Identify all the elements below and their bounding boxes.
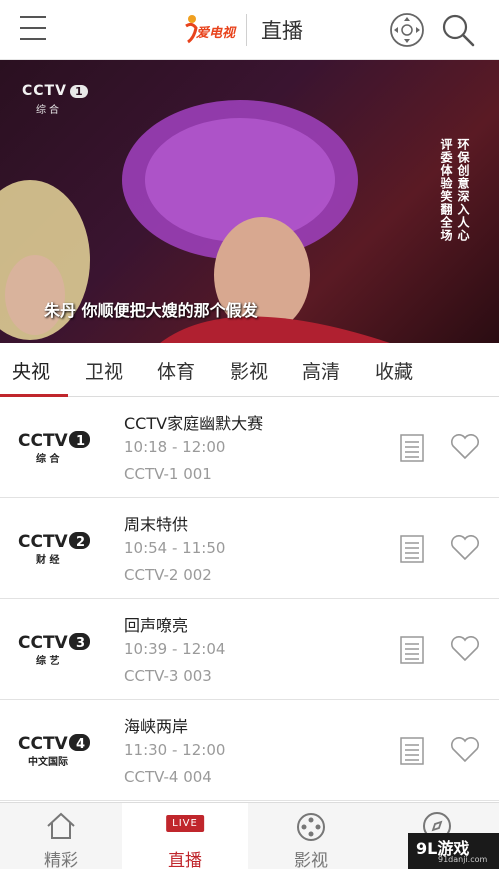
- logo-brand: CCTV: [18, 431, 69, 451]
- favorite-heart-icon[interactable]: [450, 636, 480, 662]
- caption-line: 环保创意深入人心: [456, 138, 470, 242]
- channel-subname: 综合: [36, 105, 62, 116]
- video-subtitle: 朱丹 你顺便把大嫂的那个假发: [44, 301, 258, 320]
- hamburger-icon[interactable]: [20, 16, 46, 44]
- program-list-icon[interactable]: [400, 737, 424, 765]
- live-icon: LIVE: [166, 815, 204, 832]
- nav-highlights[interactable]: 精彩: [0, 803, 122, 869]
- program-time: 10:54 - 11:50: [124, 539, 226, 557]
- nav-movies[interactable]: 影视: [248, 803, 374, 869]
- favorite-heart-icon[interactable]: [450, 535, 480, 561]
- program-title: 海峡两岸: [124, 717, 189, 736]
- logo-text: 爱电视: [196, 26, 236, 41]
- channel-brand: CCTV: [22, 83, 67, 99]
- favorite-heart-icon[interactable]: [450, 737, 480, 763]
- nav-label: 精彩: [44, 851, 78, 869]
- channel-code: CCTV-3 003: [124, 667, 212, 685]
- video-player[interactable]: CCTV 1 综合 环保创意深入人心 评委体验笑翻全场 朱丹 你顺便把大嫂的那个假…: [0, 60, 499, 343]
- vertical-caption: 环保创意深入人心 评委体验笑翻全场: [419, 138, 470, 242]
- header-divider: [246, 14, 247, 46]
- tab-cctv[interactable]: 央视: [12, 357, 50, 384]
- program-list-icon[interactable]: [400, 636, 424, 664]
- search-icon[interactable]: [440, 12, 476, 48]
- logo-subname: 中文国际: [28, 755, 68, 768]
- logo-brand: CCTV: [18, 734, 69, 754]
- channel-code: CCTV-2 002: [124, 566, 212, 584]
- channel-row[interactable]: CCTV 1 综 合 CCTV家庭幽默大赛 10:18 - 12:00 CCTV…: [0, 397, 499, 498]
- home-icon: [47, 812, 75, 839]
- channel-row[interactable]: CCTV 3 综 艺 回声嘹亮 10:39 - 12:04 CCTV-3 003: [0, 599, 499, 700]
- site-watermark: 9L游戏 91danji.com: [408, 833, 499, 869]
- cctv2-logo: CCTV 2 财 经: [18, 532, 90, 566]
- tab-hd[interactable]: 高清: [302, 357, 340, 384]
- logo-number: 2: [76, 535, 85, 550]
- logo-number: 4: [76, 737, 85, 752]
- film-reel-icon: [297, 813, 325, 841]
- logo-number: 1: [76, 434, 85, 449]
- nav-live[interactable]: LIVE 直播: [122, 803, 248, 869]
- logo-brand: CCTV: [18, 532, 69, 552]
- channel-code: CCTV-4 004: [124, 768, 212, 786]
- app-logo: 爱电视: [182, 12, 240, 46]
- channel-row[interactable]: CCTV 4 中文国际 海峡两岸 11:30 - 12:00 CCTV-4 00…: [0, 700, 499, 801]
- program-list-icon[interactable]: [400, 434, 424, 462]
- nav-label: 直播: [168, 851, 202, 869]
- tab-sports[interactable]: 体育: [157, 357, 195, 384]
- program-time: 10:39 - 12:04: [124, 640, 226, 658]
- cctv1-logo: CCTV 1 综 合: [18, 431, 90, 465]
- app-header: 爱电视 直播: [0, 0, 499, 60]
- program-time: 10:18 - 12:00: [124, 438, 226, 456]
- cctv4-logo: CCTV 4 中文国际: [18, 734, 90, 768]
- program-title: 周末特供: [124, 515, 189, 534]
- watermark-sub: 91danji.com: [438, 855, 488, 864]
- favorite-heart-icon[interactable]: [450, 434, 480, 460]
- program-title: CCTV家庭幽默大赛: [124, 414, 264, 433]
- cctv3-logo: CCTV 3 综 艺: [18, 633, 90, 667]
- logo-subname: 综 艺: [36, 654, 59, 667]
- logo-subname: 综 合: [36, 452, 60, 465]
- caption-line: 评委体验笑翻全场: [439, 138, 453, 242]
- channel-code: CCTV-1 001: [124, 465, 212, 483]
- channel-number: 1: [69, 85, 88, 98]
- program-list-icon[interactable]: [400, 535, 424, 563]
- program-title: 回声嘹亮: [124, 616, 189, 635]
- nav-label: 影视: [294, 851, 328, 869]
- tab-satellite[interactable]: 卫视: [85, 357, 123, 384]
- logo-subname: 财 经: [35, 553, 59, 566]
- logo-number: 3: [76, 636, 85, 651]
- tab-movies[interactable]: 影视: [230, 357, 268, 384]
- channel-row[interactable]: CCTV 2 财 经 周末特供 10:54 - 11:50 CCTV-2 002: [0, 498, 499, 599]
- program-time: 11:30 - 12:00: [124, 741, 226, 759]
- joystick-icon[interactable]: [389, 12, 425, 48]
- tab-favorites[interactable]: 收藏: [375, 357, 413, 384]
- channel-watermark: CCTV 1 综合: [22, 80, 88, 116]
- logo-brand: CCTV: [18, 633, 69, 653]
- page-title: 直播: [261, 19, 303, 43]
- category-tabs: 央视 卫视 体育 影视 高清 收藏: [0, 343, 499, 397]
